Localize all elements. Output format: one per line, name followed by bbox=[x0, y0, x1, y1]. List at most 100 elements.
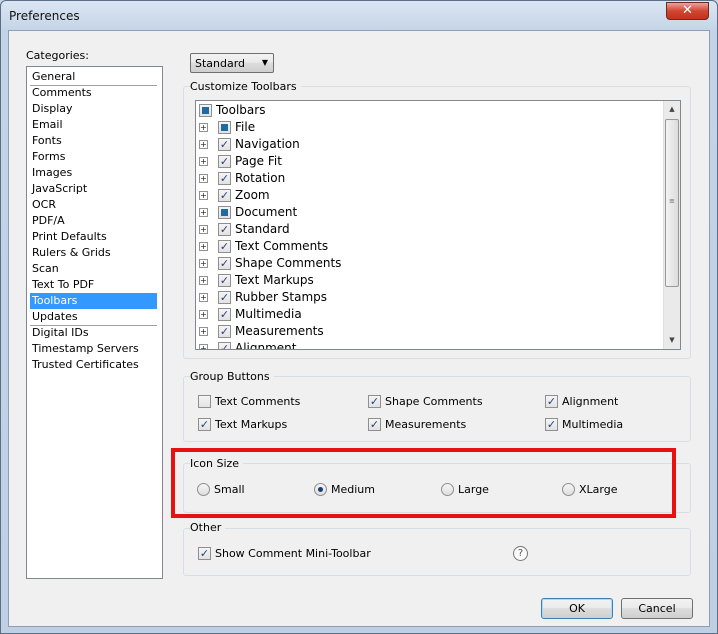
tree-checkbox[interactable]: ✓ bbox=[218, 291, 231, 304]
tree-checkbox[interactable]: ✓ bbox=[218, 325, 231, 338]
category-item[interactable]: Trusted Certificates bbox=[32, 357, 139, 373]
tree-row[interactable]: + ✓ Standard bbox=[196, 221, 664, 238]
window-title: Preferences bbox=[9, 9, 80, 23]
category-item[interactable]: Toolbars bbox=[30, 293, 157, 309]
title-bar[interactable]: Preferences ✕ bbox=[1, 1, 717, 31]
tree-item-label: Document bbox=[235, 205, 298, 219]
scrollbar-thumb[interactable]: ≡ bbox=[665, 119, 679, 287]
group-buttons-group bbox=[183, 376, 691, 442]
category-item[interactable]: Rulers & Grids bbox=[32, 245, 111, 261]
tree-row[interactable]: + Document bbox=[196, 204, 664, 221]
tree-checkbox[interactable] bbox=[218, 206, 231, 219]
group-option-checkbox[interactable]: ✓ bbox=[198, 418, 211, 431]
expand-icon[interactable]: + bbox=[199, 191, 208, 200]
ok-button[interactable]: OK bbox=[541, 598, 613, 619]
tree-item-label: Toolbars bbox=[216, 103, 266, 117]
help-icon[interactable]: ? bbox=[513, 546, 528, 561]
expand-icon[interactable]: + bbox=[199, 225, 208, 234]
tree-row[interactable]: + ✓ Rubber Stamps bbox=[196, 289, 664, 306]
tree-item-label: Navigation bbox=[235, 137, 300, 151]
category-item[interactable]: Scan bbox=[32, 261, 59, 277]
categories-label: Categories: bbox=[26, 49, 89, 62]
tree-item-label: Alignment bbox=[235, 341, 297, 350]
categories-list[interactable]: General Comments Display Email Fonts Forms Ima… bbox=[26, 66, 163, 579]
expand-icon[interactable]: + bbox=[199, 344, 208, 349]
tree-checkbox[interactable]: ✓ bbox=[218, 240, 231, 253]
tree-row[interactable]: + ✓ Multimedia bbox=[196, 306, 664, 323]
preferences-window: Preferences ✕ Categories: General Comment… bbox=[0, 0, 718, 634]
tree-checkbox[interactable] bbox=[199, 104, 212, 117]
group-option-checkbox[interactable]: ✓ bbox=[368, 395, 381, 408]
tree-checkbox[interactable]: ✓ bbox=[218, 155, 231, 168]
toolbar-preset-dropdown[interactable]: Standard ▼ bbox=[190, 53, 274, 73]
expand-icon[interactable]: + bbox=[199, 327, 208, 336]
tree-row[interactable]: + ✓ Shape Comments bbox=[196, 255, 664, 272]
expand-icon[interactable]: + bbox=[199, 157, 208, 166]
tree-checkbox[interactable]: ✓ bbox=[218, 172, 231, 185]
tree-row[interactable]: + ✓ Zoom bbox=[196, 187, 664, 204]
expand-icon[interactable]: + bbox=[199, 293, 208, 302]
show-mini-toolbar-checkbox[interactable]: ✓ bbox=[198, 547, 211, 560]
category-item[interactable]: Digital IDs bbox=[32, 325, 89, 341]
tree-item-label: Page Fit bbox=[235, 154, 282, 168]
expand-icon[interactable]: + bbox=[199, 310, 208, 319]
tree-checkbox[interactable]: ✓ bbox=[218, 342, 231, 349]
tree-row[interactable]: + ✓ Text Comments bbox=[196, 238, 664, 255]
tree-row[interactable]: + ✓ Alignment bbox=[196, 340, 664, 350]
category-item[interactable]: OCR bbox=[32, 197, 56, 213]
tree-row[interactable]: + ✓ Navigation bbox=[196, 136, 664, 153]
expand-icon[interactable]: + bbox=[199, 259, 208, 268]
tree-scrollbar[interactable]: ▲ ≡ ▼ bbox=[663, 101, 680, 349]
category-item[interactable]: Forms bbox=[32, 149, 65, 165]
close-button[interactable]: ✕ bbox=[666, 2, 709, 20]
tree-item-label: Standard bbox=[235, 222, 290, 236]
tree-checkbox[interactable]: ✓ bbox=[218, 257, 231, 270]
category-item[interactable]: Timestamp Servers bbox=[32, 341, 139, 357]
expand-icon[interactable]: + bbox=[199, 276, 208, 285]
chevron-down-icon: ▼ bbox=[261, 58, 268, 67]
tree-checkbox[interactable] bbox=[218, 121, 231, 134]
category-item[interactable]: Images bbox=[32, 165, 72, 181]
group-buttons-title: Group Buttons bbox=[190, 370, 274, 383]
tree-row[interactable]: + File bbox=[196, 119, 664, 136]
group-option-checkbox[interactable]: ✓ bbox=[368, 418, 381, 431]
scroll-up-icon[interactable]: ▲ bbox=[664, 101, 680, 118]
category-item[interactable]: JavaScript bbox=[32, 181, 87, 197]
toolbars-tree[interactable]: ▲ ≡ ▼ Toolbars + File + ✓ Navigation + ✓ Page Fi… bbox=[195, 100, 681, 350]
tree-row[interactable]: + ✓ Page Fit bbox=[196, 153, 664, 170]
group-option-label: Shape Comments bbox=[385, 395, 483, 408]
category-item[interactable]: Text To PDF bbox=[32, 277, 94, 293]
group-option-checkbox[interactable]: ✓ bbox=[545, 395, 558, 408]
category-item[interactable]: Comments bbox=[32, 85, 92, 101]
group-option-checkbox[interactable] bbox=[198, 395, 211, 408]
cancel-button[interactable]: Cancel bbox=[621, 598, 693, 619]
scroll-down-icon[interactable]: ▼ bbox=[664, 332, 680, 349]
group-option-checkbox[interactable]: ✓ bbox=[545, 418, 558, 431]
grip-icon: ≡ bbox=[669, 197, 675, 205]
category-item[interactable]: General bbox=[32, 69, 75, 85]
tree-row[interactable]: Toolbars bbox=[196, 102, 664, 119]
tree-item-label: Multimedia bbox=[235, 307, 302, 321]
category-item[interactable]: Fonts bbox=[32, 133, 62, 149]
expand-icon[interactable]: + bbox=[199, 242, 208, 251]
tree-row[interactable]: + ✓ Rotation bbox=[196, 170, 664, 187]
tree-checkbox[interactable]: ✓ bbox=[218, 138, 231, 151]
category-item[interactable]: Print Defaults bbox=[32, 229, 107, 245]
expand-icon[interactable]: + bbox=[199, 123, 208, 132]
expand-icon[interactable]: + bbox=[199, 208, 208, 217]
category-item[interactable]: Display bbox=[32, 101, 73, 117]
category-item[interactable]: Email bbox=[32, 117, 63, 133]
group-option-label: Text Comments bbox=[215, 395, 301, 408]
category-item[interactable]: PDF/A bbox=[32, 213, 65, 229]
group-option-label: Multimedia bbox=[562, 418, 624, 431]
tree-checkbox[interactable]: ✓ bbox=[218, 308, 231, 321]
tree-row[interactable]: + ✓ Measurements bbox=[196, 323, 664, 340]
tree-checkbox[interactable]: ✓ bbox=[218, 223, 231, 236]
expand-icon[interactable]: + bbox=[199, 174, 208, 183]
group-option-label: Measurements bbox=[385, 418, 467, 431]
expand-icon[interactable]: + bbox=[199, 140, 208, 149]
tree-checkbox[interactable]: ✓ bbox=[218, 274, 231, 287]
tree-row[interactable]: + ✓ Text Markups bbox=[196, 272, 664, 289]
tree-checkbox[interactable]: ✓ bbox=[218, 189, 231, 202]
category-item[interactable]: Updates bbox=[32, 309, 78, 325]
